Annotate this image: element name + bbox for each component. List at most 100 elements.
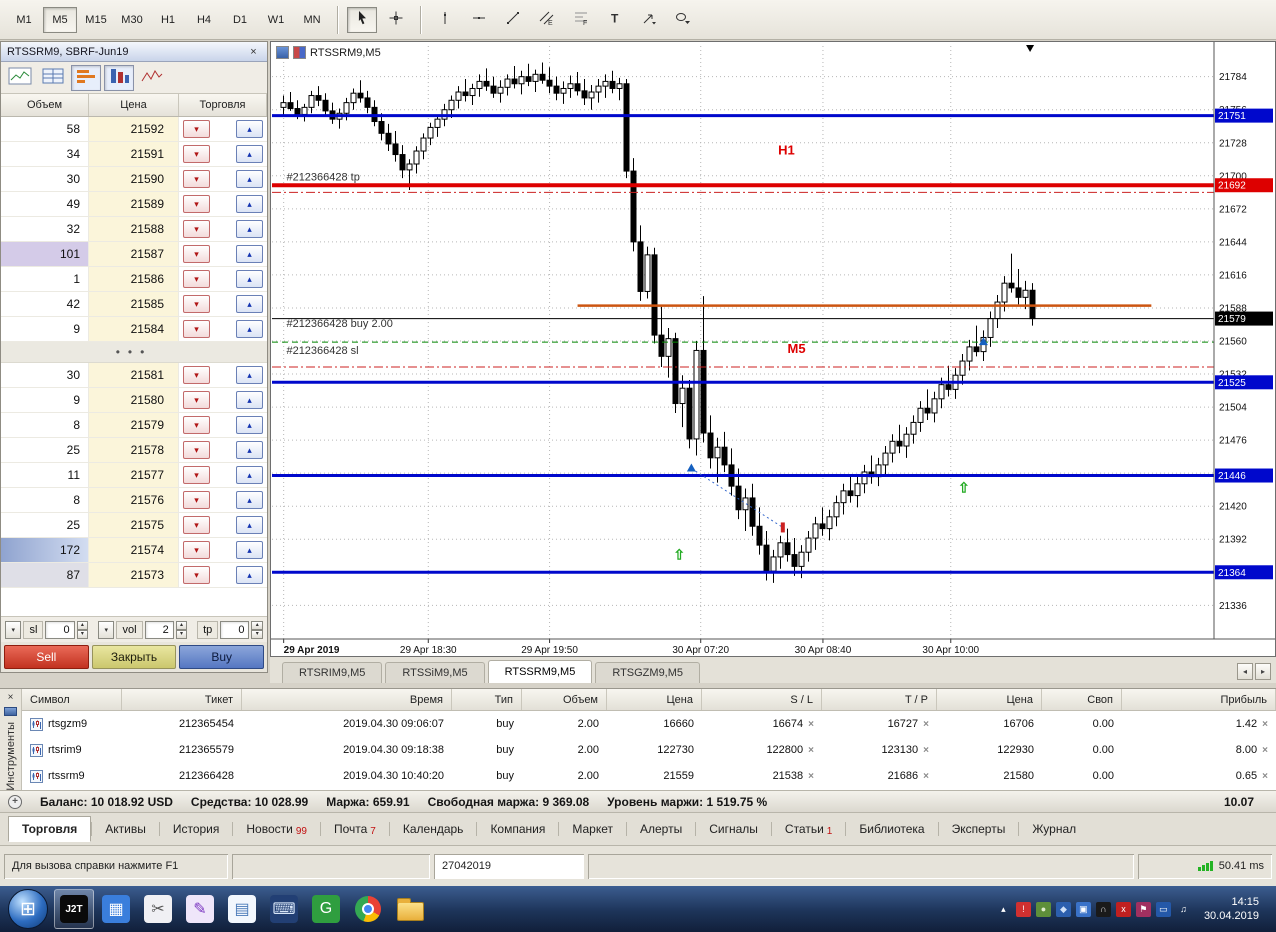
sl-type-dropdown[interactable]: ▾ <box>5 620 22 639</box>
dom-sell-button[interactable]: ▾ <box>183 366 210 384</box>
volume-profile-button[interactable] <box>71 64 101 91</box>
remove-profit-icon[interactable]: × <box>1262 719 1268 730</box>
objects-dropdown-tool-button[interactable] <box>668 7 698 33</box>
timeframe-button-mn[interactable]: MN <box>295 7 329 33</box>
horizontal-line-tool-button[interactable] <box>464 7 494 33</box>
dom-buy-button[interactable]: ▴ <box>236 320 263 338</box>
tp-input[interactable]: 0 <box>220 620 250 639</box>
snipping-tool-app[interactable]: ✂ <box>138 889 178 929</box>
sl-input[interactable]: 0 <box>45 620 75 639</box>
notepad-app[interactable]: ▤ <box>222 889 262 929</box>
dom-sell-button[interactable]: ▾ <box>183 270 210 288</box>
remove-tp-icon[interactable]: × <box>923 771 929 782</box>
price-cell[interactable]: 21573 <box>89 563 179 587</box>
dom-buy-button[interactable]: ▴ <box>236 270 263 288</box>
new-chart-button[interactable] <box>5 65 35 91</box>
price-cell[interactable]: 21577 <box>89 463 179 487</box>
toolbox-tab-журнал[interactable]: Журнал <box>1019 817 1089 841</box>
dom-sell-button[interactable]: ▾ <box>183 295 210 313</box>
volume-tray-icon[interactable]: ♫ <box>1176 902 1191 917</box>
column-header-time[interactable]: Время <box>242 689 452 710</box>
price-cell[interactable]: 21589 <box>89 192 179 216</box>
vertical-line-tool-button[interactable] <box>430 7 460 33</box>
greenshot-app[interactable]: G <box>306 889 346 929</box>
sl-stepper[interactable]: ▴ ▾ <box>76 620 89 639</box>
price-cell[interactable]: 21585 <box>89 292 179 316</box>
dom-buy-button[interactable]: ▴ <box>236 145 263 163</box>
dom-sell-button[interactable]: ▾ <box>183 145 210 163</box>
price-cell[interactable]: 21590 <box>89 167 179 191</box>
blue-tray-icon[interactable]: ◆ <box>1055 901 1071 917</box>
market-depth-toggle-icon[interactable] <box>276 46 289 59</box>
toolbox-tab-история[interactable]: История <box>160 817 233 841</box>
candlestick-chart[interactable]: 2178421756217282170021672216442161621588… <box>271 42 1275 656</box>
price-cell[interactable]: 21592 <box>89 117 179 141</box>
position-row[interactable]: rtsrim9 212365579 2019.04.30 09:18:38 buy 2.… <box>22 737 1276 763</box>
display-tray-icon[interactable]: ▭ <box>1155 901 1171 917</box>
toolbox-tab-компания[interactable]: Компания <box>477 817 558 841</box>
sync-tray-icon[interactable]: ▣ <box>1075 901 1091 917</box>
dom-buy-button[interactable]: ▴ <box>236 391 263 409</box>
price-cell[interactable]: 21576 <box>89 488 179 512</box>
dom-buy-button[interactable]: ▴ <box>236 170 263 188</box>
remove-tp-icon[interactable]: × <box>923 745 929 756</box>
toolbox-tab-библиотека[interactable]: Библиотека <box>846 817 937 841</box>
dom-sell-button[interactable]: ▾ <box>183 320 210 338</box>
column-header-sl[interactable]: S / L <box>702 689 822 710</box>
arrows-tool-button[interactable] <box>634 7 664 33</box>
price-cell[interactable]: 21591 <box>89 142 179 166</box>
timeframe-button-m1[interactable]: M1 <box>7 7 41 33</box>
dom-buy-button[interactable]: ▴ <box>236 441 263 459</box>
flag-tray-icon[interactable]: ⚑ <box>1135 901 1151 917</box>
text-tool-button[interactable]: T <box>600 7 630 33</box>
toolbox-vertical-tab[interactable]: Инструменты <box>5 722 17 791</box>
toolbox-tab-почта[interactable]: Почта 7 <box>321 817 389 841</box>
column-header-type[interactable]: Тип <box>452 689 522 710</box>
dom-buy-button[interactable]: ▴ <box>236 120 263 138</box>
dom-sell-button[interactable]: ▾ <box>183 245 210 263</box>
remove-sl-icon[interactable]: × <box>808 771 814 782</box>
close-icon[interactable]: × <box>246 44 261 59</box>
dom-buy-button[interactable]: ▴ <box>236 566 263 584</box>
dom-sell-button[interactable]: ▾ <box>183 541 210 559</box>
chart-tab-0[interactable]: RTSRIM9,M5 <box>282 662 383 683</box>
dom-buy-button[interactable]: ▴ <box>236 245 263 263</box>
remove-profit-icon[interactable]: × <box>1262 745 1268 756</box>
keyboard-app[interactable]: ⌨ <box>264 889 304 929</box>
price-cell[interactable]: 21574 <box>89 538 179 562</box>
toolbox-tab-статьи[interactable]: Статьи 1 <box>772 817 845 841</box>
volume-type-dropdown[interactable]: ▾ <box>97 620 115 639</box>
equidistant-channel-tool-button[interactable]: E <box>532 7 562 33</box>
dom-sell-button[interactable]: ▾ <box>183 566 210 584</box>
price-cell[interactable]: 21587 <box>89 242 179 266</box>
audio-tray-icon[interactable]: ∩ <box>1095 901 1111 917</box>
scroll-left-icon[interactable]: ◂ <box>1237 663 1253 680</box>
price-cell[interactable]: 21575 <box>89 513 179 537</box>
sell-button[interactable]: Sell <box>4 645 89 669</box>
dom-buy-button[interactable]: ▴ <box>236 220 263 238</box>
dom-sell-button[interactable]: ▾ <box>183 195 210 213</box>
remove-sl-icon[interactable]: × <box>808 745 814 756</box>
price-cell[interactable]: 21579 <box>89 413 179 437</box>
chart-tab-2[interactable]: RTSSRM9,M5 <box>487 660 593 683</box>
dom-buy-button[interactable]: ▴ <box>236 541 263 559</box>
remove-profit-icon[interactable]: × <box>1262 771 1268 782</box>
column-header-price[interactable]: Цена <box>607 689 702 710</box>
timeframe-button-h1[interactable]: H1 <box>151 7 185 33</box>
timeframe-button-w1[interactable]: W1 <box>259 7 293 33</box>
close-position-button[interactable]: Закрыть <box>91 645 177 669</box>
toolbox-tab-маркет[interactable]: Маркет <box>559 817 626 841</box>
toolbox-tab-активы[interactable]: Активы <box>92 817 159 841</box>
dom-buy-button[interactable]: ▴ <box>236 466 263 484</box>
toolbox-tab-календарь[interactable]: Календарь <box>390 817 477 841</box>
timeframe-button-m5[interactable]: M5 <box>43 6 77 33</box>
dom-buy-button[interactable]: ▴ <box>236 491 263 509</box>
column-header-volume[interactable]: Объем <box>522 689 607 710</box>
price-cell[interactable]: 21581 <box>89 363 179 387</box>
vol-input[interactable]: 2 <box>144 620 174 639</box>
price-cell[interactable]: 21580 <box>89 388 179 412</box>
dom-sell-button[interactable]: ▾ <box>183 516 210 534</box>
dom-column-header-0[interactable]: Объем <box>1 94 89 116</box>
toolbox-tab-эксперты[interactable]: Эксперты <box>939 817 1019 841</box>
green-tray-icon[interactable]: ● <box>1035 901 1051 917</box>
